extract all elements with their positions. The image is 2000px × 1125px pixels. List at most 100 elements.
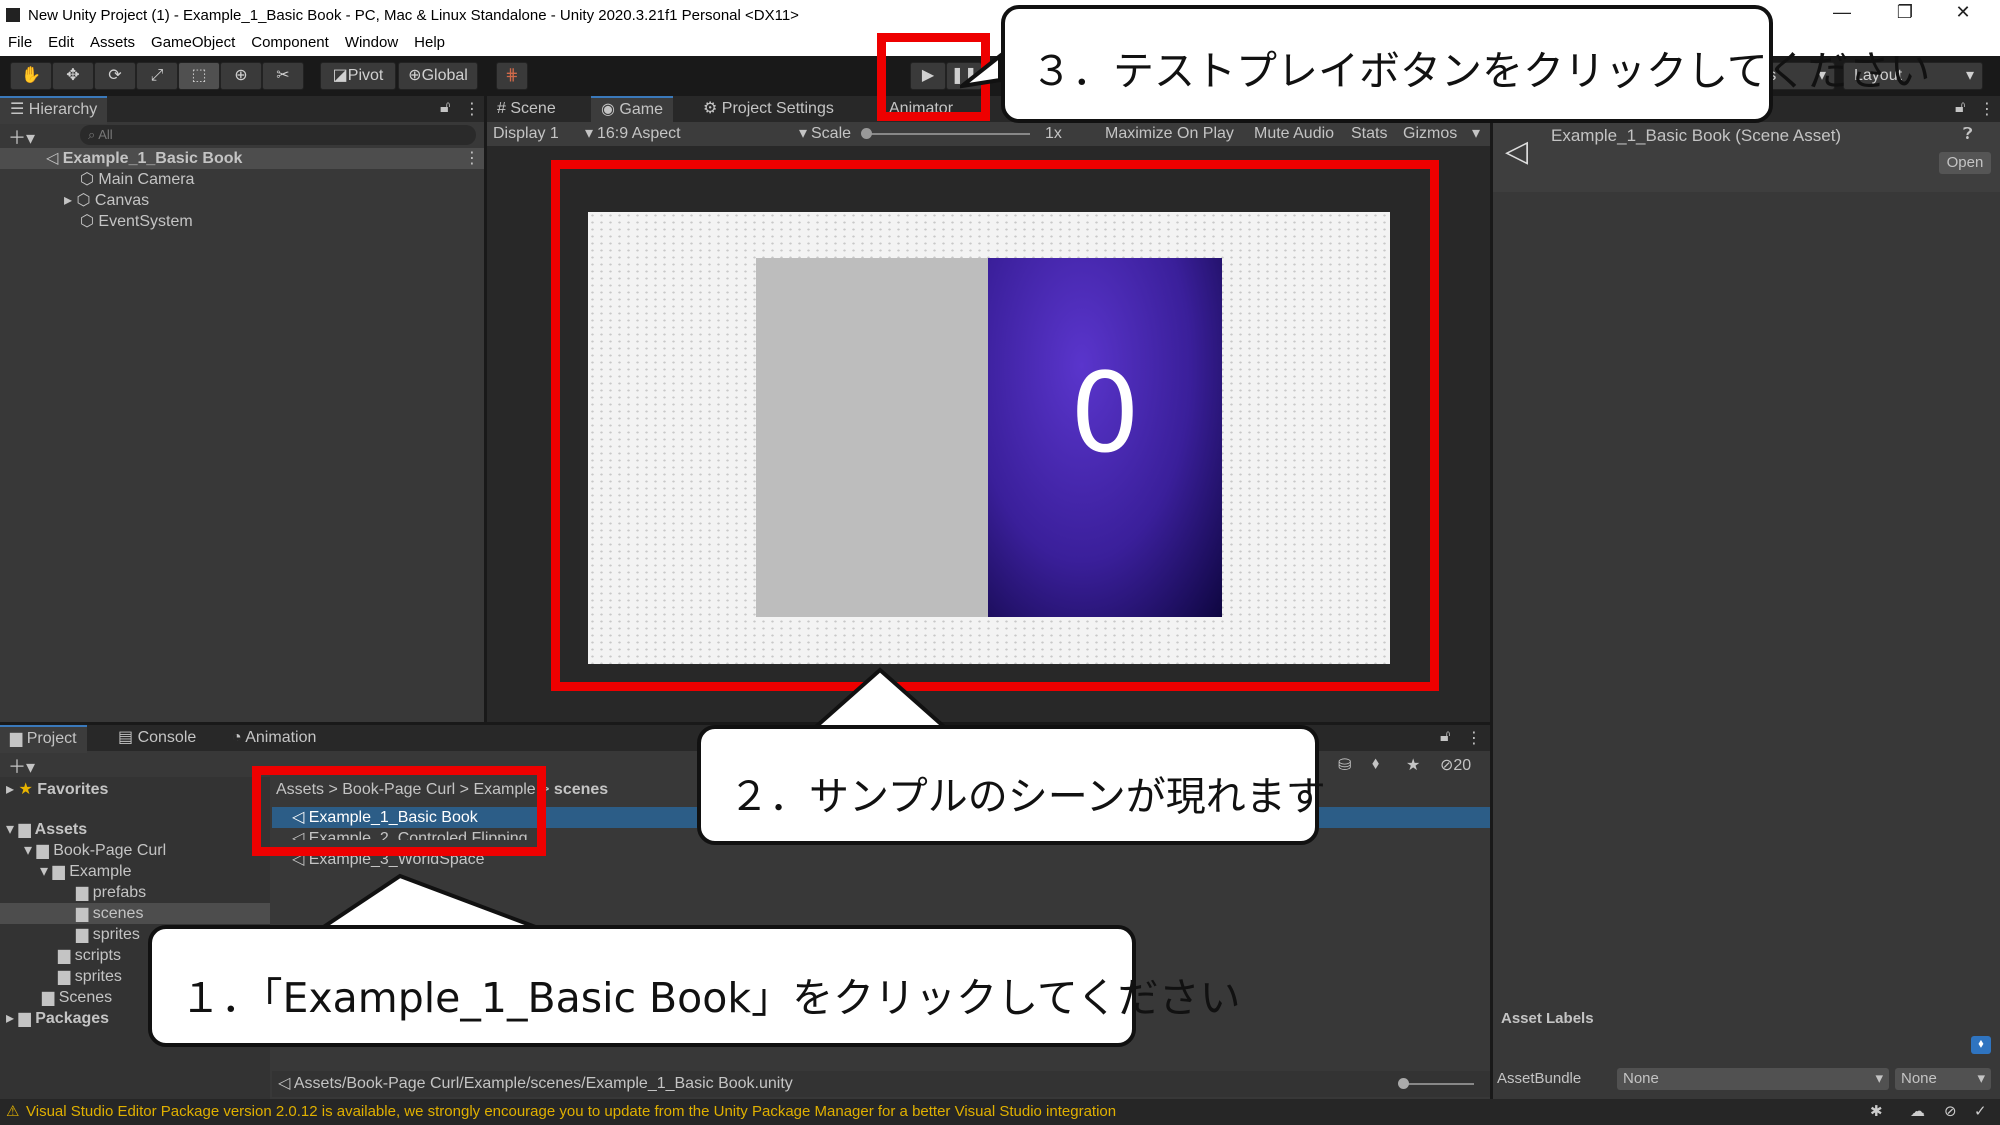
folder-icon: ▆: [76, 884, 93, 901]
inspector-title: Example_1_Basic Book (Scene Asset): [1551, 126, 1842, 145]
global-toggle[interactable]: ⊕Global: [398, 62, 478, 90]
scale-label: Scale: [811, 125, 852, 142]
folder-row-selected[interactable]: ▆ scenes: [0, 903, 270, 924]
gizmos-toggle[interactable]: Gizmos: [1403, 122, 1457, 146]
callout-step1: １．「Example_1_Basic Book」をクリックしてください: [148, 925, 1241, 1047]
help-icon[interactable]: ❓︎: [1963, 126, 1973, 144]
folder-icon: ▆: [52, 863, 70, 880]
tab-project-settings[interactable]: ⚙ Project Settings: [693, 96, 844, 122]
hierarchy-panel: ☰ Hierarchy 🔓︎ ⋮ ＋▾ ⌕ All ◁ Example_1_Ba…: [0, 96, 484, 722]
scene-row[interactable]: ◁ Example_1_Basic Book ⋮: [0, 148, 484, 169]
tab-console[interactable]: ▤ Console: [108, 725, 206, 751]
unity-scene-icon: ◁: [278, 1075, 294, 1092]
folder-row[interactable]: ▆ sprites: [76, 924, 140, 945]
kebab-menu-icon[interactable]: ⋮: [464, 99, 480, 119]
folder-row[interactable]: ▆ prefabs: [76, 882, 146, 903]
list-icon: ☰: [10, 101, 29, 118]
unity-app-icon: [6, 8, 20, 22]
filter-label-icon[interactable]: ⬧: [1372, 755, 1379, 773]
menu-edit[interactable]: Edit: [40, 32, 82, 51]
packages-row[interactable]: ▸ ▆ Packages: [6, 1008, 109, 1029]
kebab-menu-icon[interactable]: ⋮: [1466, 728, 1482, 748]
menu-gameobject[interactable]: GameObject: [143, 32, 243, 51]
tab-animation[interactable]: ◔ Animation: [222, 725, 326, 751]
stats-toggle[interactable]: Stats: [1351, 122, 1387, 146]
aspect-dropdown[interactable]: 16:9 Aspect ▾: [597, 122, 807, 146]
favorite-star-icon[interactable]: ★: [1406, 755, 1420, 775]
debug-icon[interactable]: ✱: [1870, 1102, 1883, 1120]
check-icon[interactable]: ✓: [1974, 1102, 1987, 1120]
folder-row[interactable]: ▾ ▆ Book-Page Curl: [24, 840, 166, 861]
expand-arrow-icon[interactable]: ▸: [64, 192, 76, 209]
callout-step3: ３．テストプレイボタンをクリックしてください: [1001, 5, 1931, 123]
hidden-count-icon[interactable]: ⊘20: [1440, 755, 1471, 775]
folder-row[interactable]: ▾ ▆ Example: [40, 861, 131, 882]
transform-tool-button[interactable]: ⊕: [220, 62, 262, 90]
pivot-toggle[interactable]: ◪Pivot: [320, 62, 396, 90]
grid-snap-button[interactable]: ⋕: [496, 62, 528, 90]
create-button[interactable]: ＋▾: [8, 753, 35, 779]
scale-slider[interactable]: [862, 133, 1030, 135]
rect-tool-button[interactable]: ⬚: [178, 62, 220, 90]
hierarchy-tabbar: ☰ Hierarchy 🔓︎ ⋮: [0, 96, 484, 124]
breadcrumb-item[interactable]: scenes: [554, 781, 608, 798]
status-message[interactable]: Visual Studio Editor Package version 2.0…: [26, 1103, 1116, 1120]
callout-step2: ２．サンプルのシーンが現れます: [697, 725, 1326, 845]
menu-file[interactable]: File: [0, 32, 40, 51]
asset-path-bar: ◁ Assets/Book-Page Curl/Example/scenes/E…: [272, 1071, 1490, 1097]
unity-logo-icon: ◁: [1505, 135, 1529, 168]
menu-assets[interactable]: Assets: [82, 32, 143, 51]
highlight-scene-file: [252, 766, 546, 856]
gameobject-icon: ⬡: [80, 171, 99, 188]
hierarchy-item[interactable]: ▸ ⬡ Canvas: [64, 190, 149, 211]
lock-icon[interactable]: 🔓︎: [1955, 99, 1965, 117]
gizmos-dropdown-icon[interactable]: ▾: [1472, 122, 1480, 146]
maximize-on-play-toggle[interactable]: Maximize On Play: [1105, 122, 1234, 146]
hand-tool-button[interactable]: ✋: [10, 62, 52, 90]
folder-row[interactable]: ▆ scripts: [58, 945, 121, 966]
asset-labels-header: Asset Labels: [1501, 1010, 1594, 1027]
display-dropdown[interactable]: Display 1 ▾: [493, 122, 593, 146]
scene-menu-icon[interactable]: ⋮: [464, 148, 480, 169]
hierarchy-search[interactable]: ⌕ All: [80, 125, 476, 145]
menu-window[interactable]: Window: [337, 32, 406, 51]
menu-help[interactable]: Help: [406, 32, 453, 51]
tab-game[interactable]: ◉ Game: [591, 96, 673, 124]
scale-slider-thumb[interactable]: [861, 128, 872, 139]
open-button[interactable]: Open: [1939, 152, 1991, 174]
move-tool-button[interactable]: ✥: [52, 62, 94, 90]
collab-icon[interactable]: ☁: [1910, 1102, 1925, 1120]
kebab-menu-icon[interactable]: ⋮: [1979, 99, 1995, 119]
create-button[interactable]: ＋▾: [8, 124, 35, 150]
custom-tool-button[interactable]: ✂: [262, 62, 304, 90]
hierarchy-item[interactable]: ⬡ Main Camera: [80, 169, 194, 190]
scale-tool-button[interactable]: ⤢: [136, 62, 178, 90]
tab-project[interactable]: ▆ Project: [0, 725, 87, 753]
variant-dropdown[interactable]: None ▾: [1895, 1068, 1991, 1090]
assets-row[interactable]: ▾ ▆ Assets: [6, 819, 87, 840]
gear-icon: ⚙: [703, 100, 722, 117]
zoom-slider-thumb[interactable]: [1398, 1078, 1409, 1089]
restore-button[interactable]: ❐: [1885, 2, 1925, 23]
grid-icon: #: [497, 100, 511, 117]
folder-row[interactable]: ▆ sprites: [58, 966, 122, 987]
rotate-tool-button[interactable]: ⟳: [94, 62, 136, 90]
mute-audio-toggle[interactable]: Mute Audio: [1254, 122, 1334, 146]
minimize-button[interactable]: —: [1822, 2, 1862, 23]
lock-icon[interactable]: 🔓︎: [1440, 728, 1450, 746]
filter-type-icon[interactable]: ⛁: [1338, 755, 1351, 775]
close-button[interactable]: ✕: [1943, 2, 1983, 23]
folder-row[interactable]: ▆ Scenes: [42, 987, 112, 1008]
lock-icon[interactable]: 🔓︎: [440, 99, 450, 117]
zoom-slider[interactable]: [1402, 1083, 1474, 1085]
tab-scene[interactable]: # Scene: [487, 96, 566, 122]
clock-icon: ◔: [232, 729, 246, 746]
assetbundle-dropdown[interactable]: None ▾: [1617, 1068, 1889, 1090]
favorites-row[interactable]: ▸ ★ Favorites: [6, 779, 108, 800]
tab-hierarchy[interactable]: ☰ Hierarchy: [0, 96, 108, 124]
folder-icon: ▆: [18, 821, 35, 838]
hierarchy-item[interactable]: ⬡ EventSystem: [80, 211, 193, 232]
tag-icon[interactable]: ⬧: [1971, 1036, 1991, 1054]
cloud-icon[interactable]: ⊘: [1944, 1102, 1957, 1120]
menu-component[interactable]: Component: [243, 32, 337, 51]
